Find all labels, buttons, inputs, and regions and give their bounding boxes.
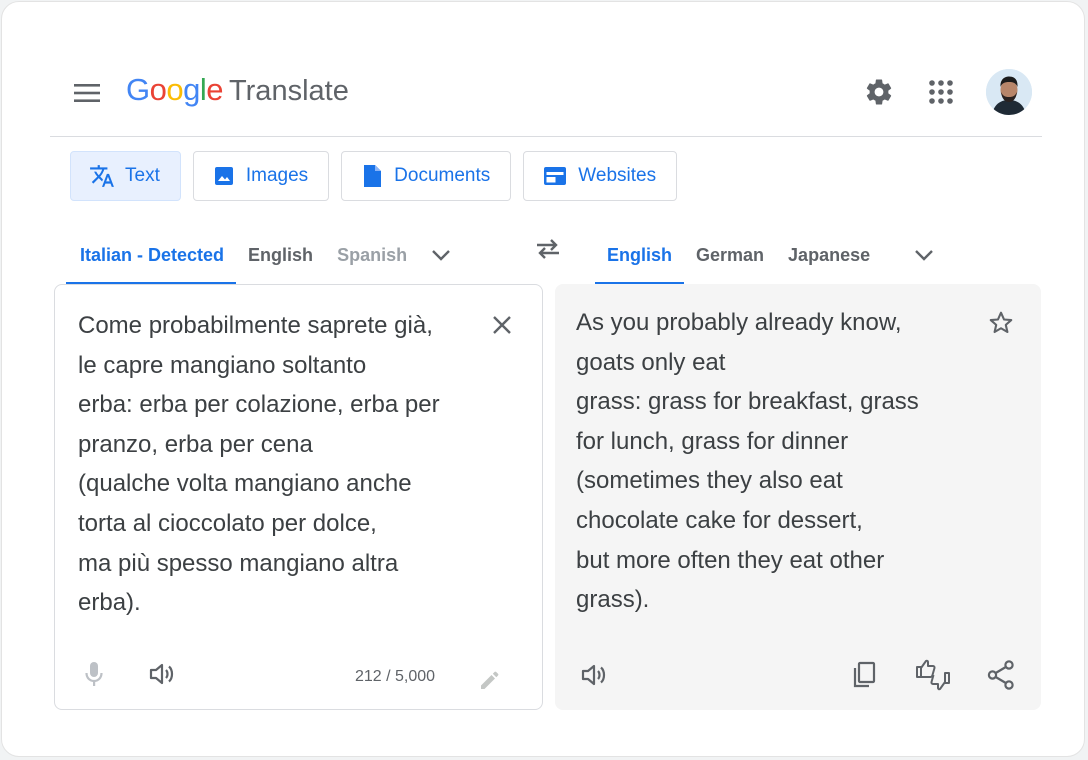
target-language-bar: English German Japanese bbox=[595, 226, 944, 284]
speaker-icon bbox=[581, 664, 606, 686]
translation-panel: As you probably already know, goats only… bbox=[555, 284, 1041, 710]
swap-languages-button[interactable] bbox=[528, 229, 568, 269]
image-icon bbox=[214, 167, 233, 185]
close-icon bbox=[493, 316, 511, 334]
account-avatar[interactable] bbox=[986, 69, 1032, 115]
chevron-down-icon bbox=[915, 250, 933, 261]
source-text-panel: Come probabilmente saprete già, le capre… bbox=[54, 284, 543, 710]
share-icon bbox=[987, 660, 1014, 690]
tab-images-label: Images bbox=[245, 165, 309, 186]
pencil-icon bbox=[481, 671, 499, 689]
voice-input-button[interactable] bbox=[74, 654, 114, 694]
microphone-icon bbox=[85, 662, 103, 686]
swap-arrows-icon bbox=[537, 239, 559, 259]
source-text-input[interactable]: Come probabilmente saprete già, le capre… bbox=[78, 306, 468, 623]
main-menu-button[interactable] bbox=[68, 78, 106, 108]
tab-text[interactable]: Text bbox=[70, 151, 181, 201]
settings-button[interactable] bbox=[859, 72, 899, 112]
source-lang-english[interactable]: English bbox=[236, 226, 325, 284]
target-lang-german[interactable]: German bbox=[684, 226, 776, 284]
listen-translation-button[interactable] bbox=[574, 655, 614, 695]
source-lang-detected[interactable]: Italian - Detected bbox=[66, 226, 237, 284]
character-count: 212 / 5,000 bbox=[355, 668, 436, 685]
clear-source-button[interactable] bbox=[482, 305, 522, 345]
share-translation-button[interactable] bbox=[981, 655, 1021, 695]
tab-websites-label: Websites bbox=[578, 165, 657, 186]
tab-text-label: Text bbox=[125, 165, 160, 186]
target-language-dropdown[interactable] bbox=[904, 235, 944, 275]
copy-icon bbox=[853, 661, 876, 688]
edit-button[interactable] bbox=[469, 661, 509, 701]
copy-translation-button[interactable] bbox=[844, 655, 884, 695]
mode-tabs: Text Images Documents Websites bbox=[70, 151, 678, 201]
apps-grid-icon bbox=[929, 80, 953, 104]
document-icon bbox=[364, 165, 382, 187]
target-lang-english[interactable]: English bbox=[595, 226, 685, 284]
listen-source-button[interactable] bbox=[142, 654, 182, 694]
chevron-down-icon bbox=[432, 250, 450, 261]
star-outline-icon bbox=[989, 311, 1013, 334]
hamburger-menu-icon bbox=[74, 84, 100, 102]
google-wordmark: Google bbox=[126, 72, 224, 107]
app-header: Google Translate bbox=[2, 58, 1084, 128]
speaker-icon bbox=[149, 663, 174, 685]
source-language-bar: Italian - Detected English Spanish bbox=[66, 226, 461, 284]
thumbs-up-down-icon bbox=[916, 659, 950, 691]
translation-output: As you probably already know, goats only… bbox=[576, 309, 919, 614]
source-lang-spanish[interactable]: Spanish bbox=[325, 226, 413, 284]
website-icon bbox=[544, 167, 567, 185]
product-name: Translate bbox=[229, 75, 349, 107]
target-lang-japanese[interactable]: Japanese bbox=[776, 226, 882, 284]
google-translate-logo[interactable]: Google Translate bbox=[126, 72, 349, 108]
translate-icon bbox=[90, 165, 114, 187]
translate-card: Google Translate Text Images Documents W… bbox=[1, 1, 1085, 757]
tab-websites[interactable]: Websites bbox=[523, 151, 678, 201]
tab-images[interactable]: Images bbox=[192, 151, 330, 201]
header-divider bbox=[50, 136, 1042, 137]
rate-translation-button[interactable] bbox=[913, 655, 953, 695]
user-avatar-icon bbox=[986, 69, 1032, 115]
tab-documents-label: Documents bbox=[394, 165, 491, 186]
gear-icon bbox=[866, 79, 892, 105]
source-language-dropdown[interactable] bbox=[421, 235, 461, 275]
apps-button[interactable] bbox=[921, 72, 961, 112]
tab-documents[interactable]: Documents bbox=[341, 151, 512, 201]
save-translation-button[interactable] bbox=[981, 303, 1021, 343]
